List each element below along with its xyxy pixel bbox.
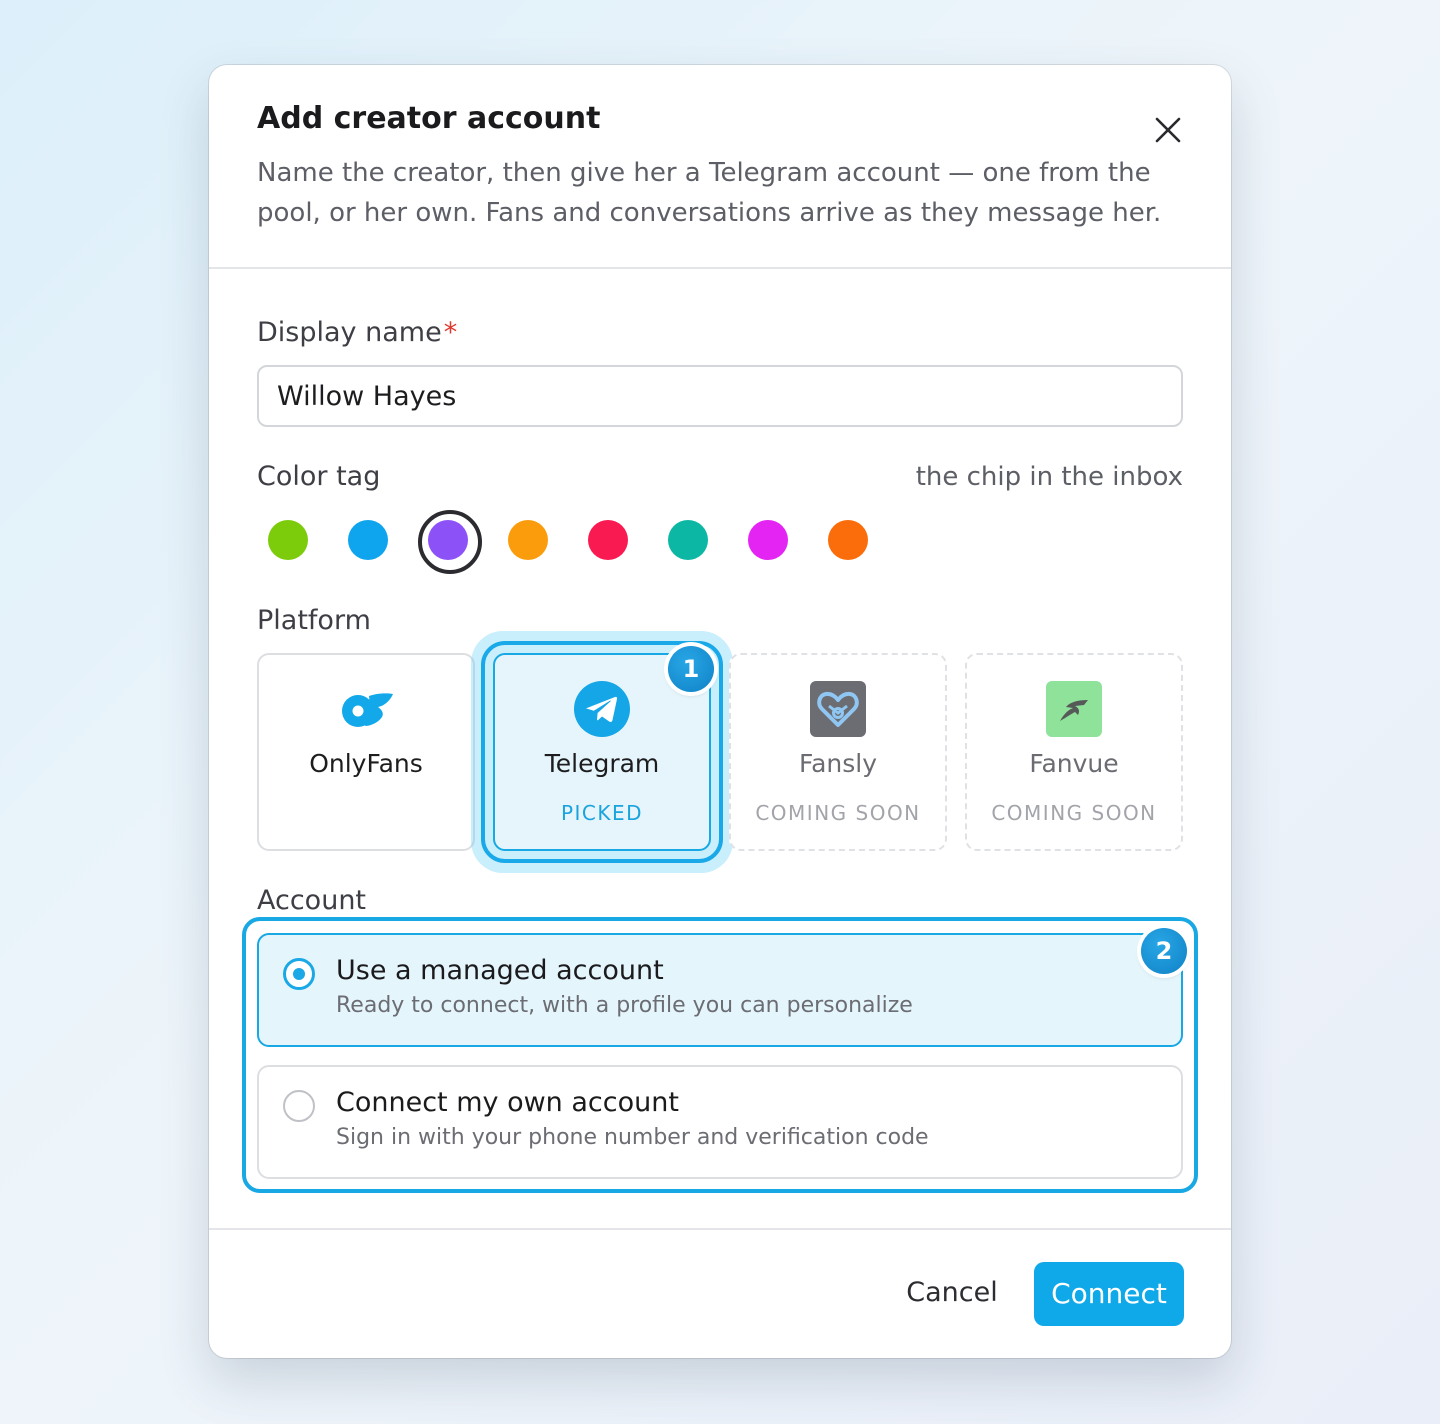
color-swatch-orange[interactable]	[828, 520, 868, 560]
platform-name: Fanvue	[1029, 749, 1119, 778]
platform-name: Fansly	[798, 749, 877, 778]
onlyfans-icon	[338, 681, 394, 737]
fanvue-icon	[1046, 681, 1102, 737]
platform-card-fanvue: Fanvue COMING SOON	[965, 653, 1183, 851]
account-label: Account	[257, 885, 367, 916]
platform-card-onlyfans[interactable]: OnlyFans	[257, 653, 475, 851]
platform-status: COMING SOON	[991, 801, 1157, 825]
color-tag-hint: the chip in the inbox	[915, 462, 1183, 492]
fansly-icon	[810, 681, 866, 737]
cancel-button[interactable]: Cancel	[889, 1261, 1015, 1325]
step-badge: 2	[1141, 928, 1187, 974]
platform-name: OnlyFans	[309, 749, 423, 778]
dialog-subtitle: Name the creator, then give her a Telegr…	[257, 158, 1162, 228]
platform-name: Telegram	[544, 749, 660, 778]
dialog-title: Add creator account	[257, 101, 601, 136]
display-name-label: Display name*	[257, 317, 457, 348]
account-option-description: Sign in with your phone number and verif…	[336, 1125, 929, 1150]
color-swatch-red[interactable]	[588, 520, 628, 560]
color-swatch-teal[interactable]	[668, 520, 708, 560]
radio-unselected[interactable]	[283, 1090, 315, 1122]
account-option-title: Use a managed account	[336, 955, 664, 986]
step-badge: 1	[668, 646, 714, 692]
account-option-managed[interactable]: Use a managed account Ready to connect, …	[257, 933, 1183, 1047]
add-creator-dialog: Add creator account Name the creator, th…	[209, 65, 1231, 1358]
color-swatch-green[interactable]	[268, 520, 308, 560]
color-tag-label: Color tag	[257, 461, 381, 492]
telegram-icon	[574, 681, 630, 737]
account-option-title: Connect my own account	[336, 1087, 679, 1118]
color-swatch-magenta[interactable]	[748, 520, 788, 560]
connect-button[interactable]: Connect	[1034, 1262, 1184, 1326]
dialog-header: Add creator account Name the creator, th…	[209, 65, 1231, 269]
display-name-label-text: Display name	[257, 317, 442, 348]
color-swatch-blue[interactable]	[348, 520, 388, 560]
color-swatch-purple[interactable]	[418, 510, 482, 574]
platform-card-fansly: Fansly COMING SOON	[729, 653, 947, 851]
platform-status: PICKED	[560, 801, 644, 825]
color-swatch-amber[interactable]	[508, 520, 548, 560]
close-icon[interactable]	[1151, 113, 1185, 147]
display-name-input[interactable]	[257, 365, 1183, 427]
dialog-footer-divider	[209, 1228, 1231, 1230]
account-option-own[interactable]: Connect my own account Sign in with your…	[257, 1065, 1183, 1179]
account-option-description: Ready to connect, with a profile you can…	[336, 993, 913, 1018]
platform-status: COMING SOON	[755, 801, 921, 825]
platform-label: Platform	[257, 605, 371, 636]
radio-selected[interactable]	[283, 958, 315, 990]
required-mark: *	[443, 317, 458, 348]
